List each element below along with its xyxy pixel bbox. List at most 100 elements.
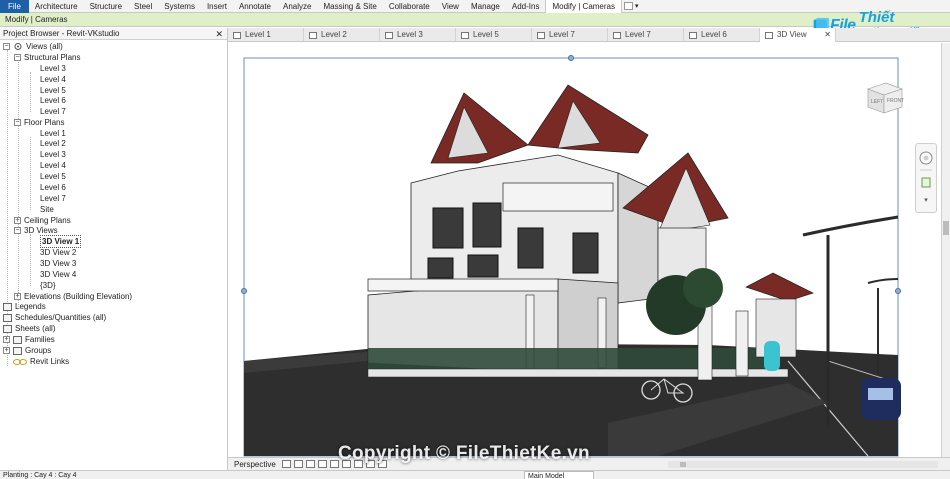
- tree-item-level[interactable]: Level 6: [40, 182, 66, 193]
- tab-insert[interactable]: Insert: [201, 0, 233, 13]
- tree-item-revit-links[interactable]: Revit Links: [3, 356, 69, 367]
- tab-file[interactable]: File: [0, 0, 29, 13]
- sun-path-icon[interactable]: [305, 460, 315, 468]
- tree-item-level[interactable]: Level 7: [40, 106, 66, 117]
- model-selector[interactable]: Main Model: [524, 471, 594, 479]
- expand-icon[interactable]: +: [14, 217, 21, 224]
- tree-item-level[interactable]: Level 3: [40, 63, 66, 74]
- expand-icon[interactable]: +: [3, 347, 10, 354]
- expand-icon[interactable]: +: [14, 293, 21, 300]
- tree-item-groups[interactable]: + Groups: [3, 345, 51, 356]
- crop-handle[interactable]: [895, 288, 901, 294]
- tree-item-level[interactable]: Level 2: [40, 138, 66, 149]
- ribbon-dropdown-icon[interactable]: ▾: [635, 2, 639, 10]
- zoom-icon[interactable]: [921, 177, 931, 188]
- collapse-icon[interactable]: −: [3, 43, 10, 50]
- view-cube[interactable]: LEFT FRONT: [864, 79, 906, 115]
- tree-item-structural-plans[interactable]: − Structural Plans: [14, 52, 80, 63]
- tab-analyze[interactable]: Analyze: [277, 0, 317, 13]
- tree-label: Sheets (all): [15, 324, 56, 333]
- view-tab[interactable]: Level 5: [456, 28, 532, 42]
- fence-base: [367, 368, 789, 378]
- tree-item-level[interactable]: Level 4: [40, 74, 66, 85]
- 3d-viewport[interactable]: LEFT FRONT ▾: [228, 43, 950, 457]
- detail-level-icon[interactable]: [281, 460, 291, 468]
- collapse-icon[interactable]: −: [14, 54, 21, 61]
- tree-item-3d-view-selected[interactable]: 3D View 1: [40, 235, 82, 248]
- scrollbar-thumb[interactable]: [943, 221, 949, 235]
- tab-structure[interactable]: Structure: [84, 0, 128, 13]
- tab-view[interactable]: View: [436, 0, 465, 13]
- view-tab[interactable]: Level 3: [380, 28, 456, 42]
- tab-annotate[interactable]: Annotate: [233, 0, 277, 13]
- view-tab[interactable]: Level 7: [532, 28, 608, 42]
- collapse-icon[interactable]: −: [14, 119, 21, 126]
- tree-item-site[interactable]: Site: [40, 204, 54, 215]
- tree: [683, 268, 723, 308]
- tree-label: Revit Links: [30, 357, 70, 366]
- tab-massing-site[interactable]: Massing & Site: [317, 0, 382, 13]
- tab-modify-cameras[interactable]: Modify | Cameras: [545, 0, 622, 13]
- view-tab[interactable]: Level 6: [684, 28, 760, 42]
- view-tab[interactable]: Level 1: [228, 28, 304, 42]
- crop-handle[interactable]: [241, 288, 247, 294]
- close-icon[interactable]: ✕: [824, 28, 831, 42]
- tree-item-views-all[interactable]: − Views (all): [3, 41, 63, 52]
- scrollbar-thumb[interactable]: [680, 462, 686, 467]
- tree-item-schedules[interactable]: Schedules/Quantities (all): [3, 312, 106, 323]
- close-icon[interactable]: ✕: [215, 28, 223, 40]
- group-icon: [13, 346, 22, 355]
- tab-architecture[interactable]: Architecture: [29, 0, 84, 13]
- view-tab-label: Level 7: [549, 30, 575, 39]
- view-cube-left-label: LEFT: [871, 99, 883, 105]
- nav-expand-icon[interactable]: ▾: [924, 197, 928, 204]
- tab-collaborate[interactable]: Collaborate: [383, 0, 436, 13]
- tree-guide: [30, 137, 31, 210]
- steering-wheel-center: [923, 155, 929, 161]
- gate-pillar: [735, 310, 749, 377]
- view-tab-active[interactable]: 3D View ✕: [760, 28, 836, 42]
- vertical-scrollbar[interactable]: [941, 43, 950, 457]
- collapse-icon[interactable]: −: [14, 227, 21, 234]
- crop-handle[interactable]: [568, 55, 574, 61]
- expand-icon[interactable]: +: [3, 336, 10, 343]
- view-tab[interactable]: Level 2: [304, 28, 380, 42]
- tree-item-3d-view[interactable]: 3D View 2: [40, 247, 76, 258]
- project-browser-title: Project Browser - Revit-VKstudio: [3, 29, 120, 38]
- tree-item-level[interactable]: Level 6: [40, 95, 66, 106]
- tab-manage[interactable]: Manage: [465, 0, 506, 13]
- window: [427, 257, 454, 279]
- window: [517, 227, 544, 269]
- tree-item-3d-view[interactable]: 3D View 4: [40, 269, 76, 280]
- tree-item-level[interactable]: Level 4: [40, 160, 66, 171]
- tree-item-floor-plans[interactable]: − Floor Plans: [14, 117, 64, 128]
- floor-plan-icon: [309, 31, 317, 39]
- project-browser: Project Browser - Revit-VKstudio ✕ − Vie…: [0, 28, 228, 471]
- status-text: Planting : Cay 4 : Cay 4: [3, 472, 77, 479]
- tab-steel[interactable]: Steel: [128, 0, 158, 13]
- tree-item-3d-default[interactable]: {3D}: [40, 280, 56, 291]
- tree-item-families[interactable]: + Families: [3, 334, 55, 345]
- visual-style-icon[interactable]: [293, 460, 303, 468]
- tree-label: Schedules/Quantities (all): [15, 313, 107, 322]
- tree-label: Groups: [25, 346, 52, 355]
- view-tab[interactable]: Level 7: [608, 28, 684, 42]
- context-bar: Modify | Cameras: [0, 13, 950, 27]
- legend-icon: [3, 302, 12, 311]
- tree-guide: [30, 72, 31, 112]
- view-tab-label: Level 3: [397, 30, 423, 39]
- tree-item-level[interactable]: Level 3: [40, 149, 66, 160]
- tab-systems[interactable]: Systems: [158, 0, 201, 13]
- tree-item-legends[interactable]: Legends: [3, 301, 46, 312]
- tab-add-ins[interactable]: Add-Ins: [506, 0, 546, 13]
- shadows-icon[interactable]: [317, 460, 327, 468]
- horizontal-scrollbar[interactable]: [668, 461, 938, 468]
- floor-plan-icon: [461, 31, 469, 39]
- tree-item-level[interactable]: Level 7: [40, 193, 66, 204]
- tree-item-level[interactable]: Level 5: [40, 171, 66, 182]
- tree-item-sheets[interactable]: Sheets (all): [3, 323, 55, 334]
- tree-item-3d-view[interactable]: 3D View 3: [40, 258, 76, 269]
- ribbon-minimize-icon[interactable]: [624, 2, 633, 10]
- status-bar: Planting : Cay 4 : Cay 4 Main Model: [0, 470, 950, 479]
- window: [572, 232, 599, 274]
